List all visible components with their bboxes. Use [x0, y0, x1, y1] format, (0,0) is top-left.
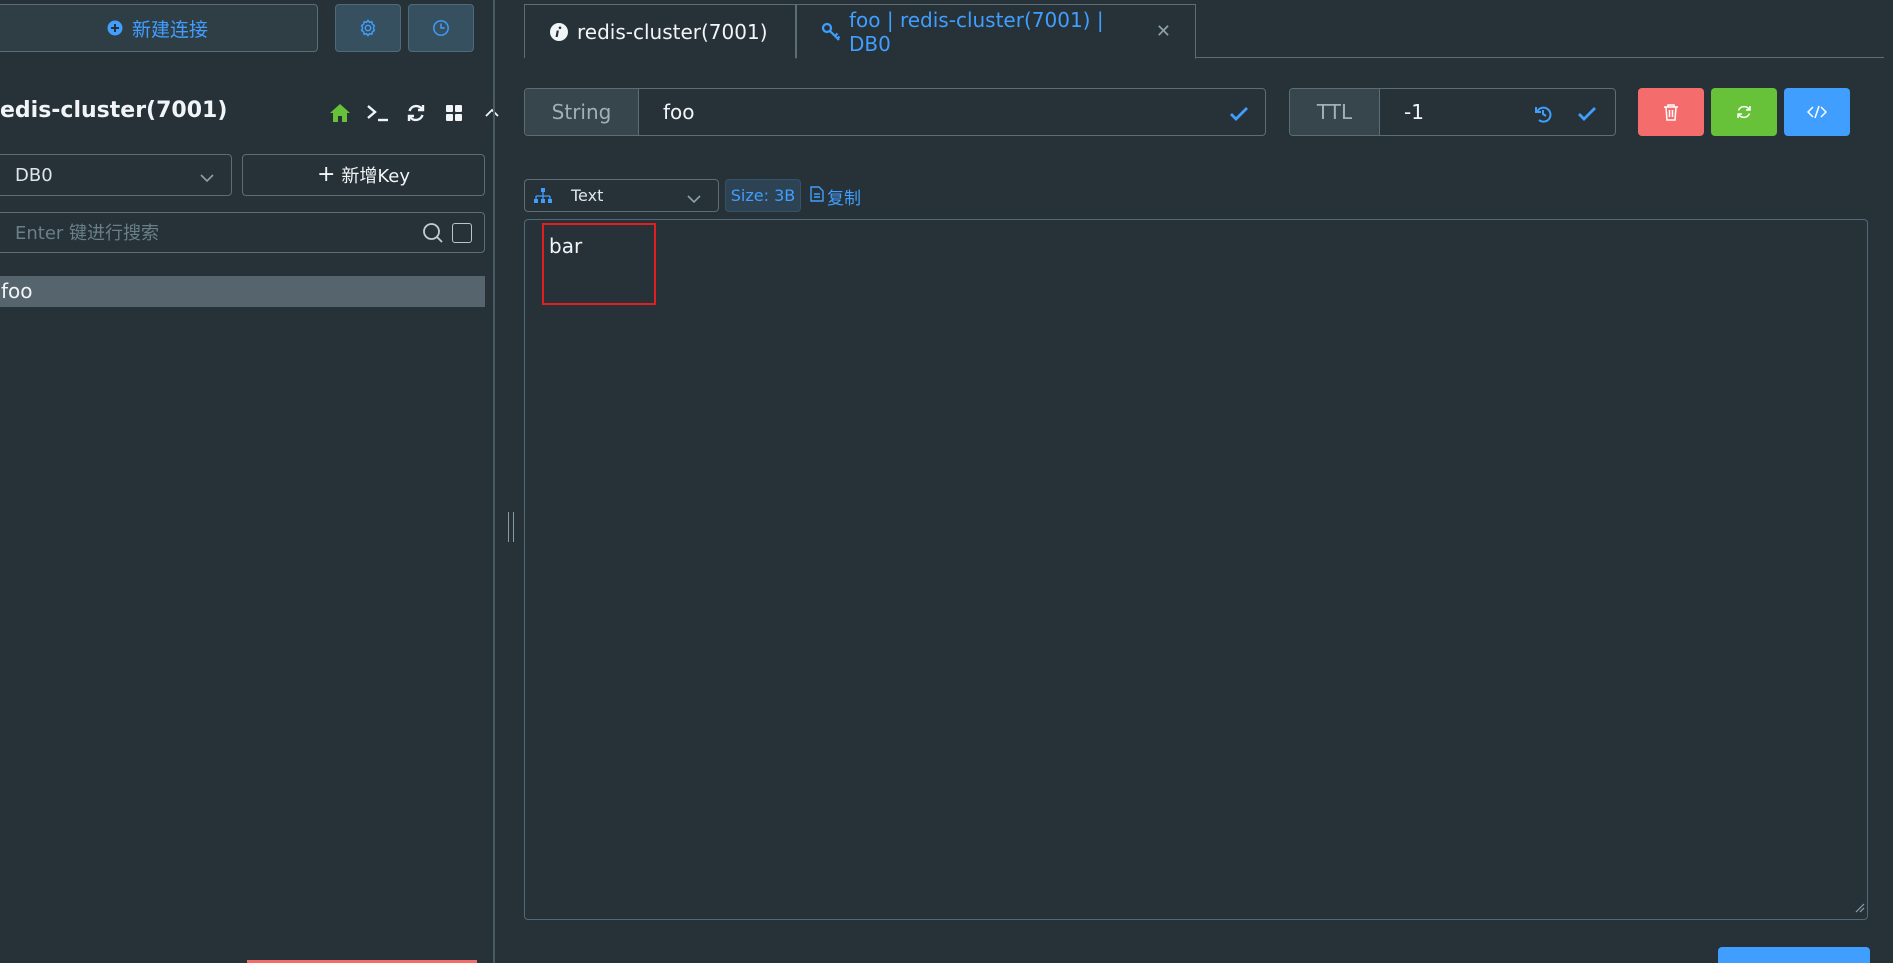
key-list-item-label: foo	[1, 279, 33, 303]
sidebar-resize-handle[interactable]	[508, 512, 514, 542]
dump-command-button[interactable]	[1784, 88, 1850, 136]
reset-ttl-icon[interactable]	[1531, 102, 1555, 126]
chevron-down-icon	[199, 168, 215, 189]
exact-search-checkbox[interactable]	[452, 223, 472, 243]
plus-circle-icon	[106, 19, 124, 37]
refresh-icon[interactable]	[404, 101, 428, 125]
format-select-value: Text	[571, 186, 604, 205]
new-key-button[interactable]: + 新增Key	[242, 154, 485, 196]
value-editor[interactable]: bar	[524, 219, 1868, 920]
new-key-label: 新增Key	[341, 166, 411, 187]
grid-icon[interactable]	[442, 101, 466, 125]
tab-connection-info-label: redis-cluster(7001)	[577, 19, 768, 44]
resize-grip-icon[interactable]	[1853, 898, 1865, 917]
connection-header: edis-cluster(7001)	[0, 96, 499, 130]
ttl-input[interactable]: -1	[1404, 89, 1424, 135]
size-badge: Size: 3B	[725, 179, 801, 212]
terminal-icon[interactable]	[366, 101, 390, 125]
close-icon[interactable]: ✕	[1156, 21, 1171, 42]
key-name-group: String foo	[524, 88, 1266, 136]
key-list-item[interactable]: foo	[0, 276, 485, 307]
ttl-label: TTL	[1290, 89, 1380, 135]
connection-toolbar	[328, 96, 504, 130]
code-icon	[1805, 100, 1829, 124]
home-icon[interactable]	[328, 101, 352, 125]
chevron-up-icon[interactable]	[480, 101, 504, 125]
key-search	[0, 212, 485, 253]
delete-key-button[interactable]	[1638, 88, 1704, 136]
tab-key-detail-label: foo | redis-cluster(7001) | DB0	[849, 7, 1104, 56]
copy-value-button[interactable]: 复制	[810, 184, 861, 209]
format-select[interactable]: Text	[524, 179, 719, 212]
tab-connection-info[interactable]: redis-cluster(7001)	[524, 4, 796, 58]
key-icon	[821, 22, 841, 42]
key-name-input[interactable]: foo	[663, 89, 695, 135]
copy-value-label: 复制	[827, 189, 861, 209]
tab-key-detail[interactable]: foo | redis-cluster(7001) | DB0 ✕	[796, 4, 1196, 59]
sidebar-divider	[493, 0, 495, 963]
chevron-down-icon	[686, 190, 702, 209]
confirm-rename-icon[interactable]	[1227, 102, 1251, 126]
reload-key-button[interactable]	[1711, 88, 1777, 136]
search-icon[interactable]	[421, 221, 445, 245]
plus-icon: +	[316, 162, 336, 187]
ttl-group: TTL -1	[1289, 88, 1616, 136]
clock-icon	[429, 16, 453, 40]
new-connection-label: 新建连接	[131, 18, 208, 41]
info-icon	[549, 22, 569, 42]
settings-button[interactable]	[335, 4, 401, 52]
key-search-input[interactable]	[15, 219, 395, 247]
db-select[interactable]: DB0	[0, 154, 232, 196]
connection-name: edis-cluster(7001)	[0, 98, 228, 123]
confirm-ttl-icon[interactable]	[1575, 102, 1599, 126]
document-icon	[810, 186, 824, 207]
new-connection-button[interactable]: 新建连接	[0, 4, 318, 52]
gear-icon	[356, 16, 380, 40]
save-button[interactable]	[1718, 947, 1870, 963]
history-button[interactable]	[408, 4, 474, 52]
db-select-value: DB0	[15, 164, 53, 186]
trash-icon	[1659, 100, 1683, 124]
highlight-annotation-box	[542, 223, 656, 305]
refresh-icon	[1732, 100, 1756, 124]
sidebar: 新建连接 edis-cluster(7001) DB0 + 新增Key Ente…	[0, 0, 499, 963]
app-window: 新建连接 edis-cluster(7001) DB0 + 新增Key Ente…	[0, 0, 1893, 963]
sitemap-icon	[534, 188, 552, 208]
tab-bar: redis-cluster(7001) foo | redis-cluster(…	[524, 4, 1884, 59]
key-type-label: String	[525, 89, 639, 135]
